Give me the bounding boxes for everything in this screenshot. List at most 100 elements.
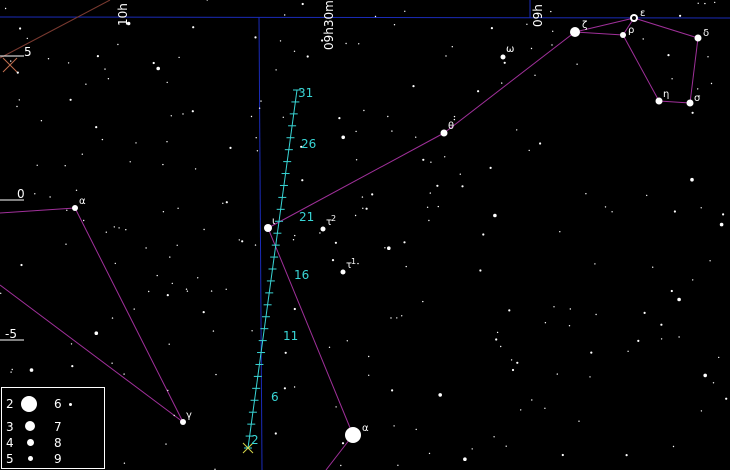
- field-star: [709, 260, 711, 262]
- star-alpha-left[interactable]: [72, 205, 78, 211]
- field-star: [206, 0, 208, 1]
- field-star: [36, 164, 38, 166]
- field-star: [111, 317, 114, 319]
- legend-mag-4: 4: [6, 436, 14, 450]
- star-label-sigma: σ: [694, 93, 701, 104]
- field-star: [279, 40, 282, 42]
- field-star: [125, 229, 127, 231]
- legend-mag-3: 3: [6, 420, 14, 434]
- field-star: [4, 7, 7, 10]
- field-star: [191, 110, 194, 113]
- field-star: [391, 130, 393, 132]
- field-star: [714, 1, 716, 4]
- field-star: [117, 43, 119, 46]
- star-label-theta: θ: [448, 121, 454, 132]
- star-rho[interactable]: [620, 32, 626, 38]
- field-star: [595, 313, 597, 316]
- field-star: [390, 317, 392, 319]
- field-star: [83, 219, 85, 222]
- field-star: [177, 207, 179, 209]
- sky-chart[interactable]: 31 26 21 16 11 6 2 ζ ε δ ρ ω η σ θ α ι τ…: [0, 0, 730, 470]
- field-star: [129, 161, 131, 163]
- field-star: [306, 55, 309, 58]
- field-star: [368, 355, 370, 358]
- field-star: [445, 55, 447, 57]
- field-star: [453, 115, 456, 118]
- track-label-31: 31: [298, 86, 313, 100]
- dec-label-0: 0: [17, 187, 25, 201]
- field-star: [16, 105, 18, 108]
- field-star: [165, 443, 167, 445]
- field-star: [202, 311, 205, 314]
- field-star: [725, 397, 728, 400]
- field-star: [652, 266, 654, 268]
- field-star: [679, 14, 682, 17]
- field-star: [710, 82, 713, 85]
- field-star: [197, 277, 199, 279]
- field-star: [26, 37, 28, 40]
- field-star: [358, 43, 360, 45]
- field-star: [520, 409, 522, 411]
- field-star: [229, 146, 232, 149]
- field-star: [397, 464, 399, 466]
- field-star: [500, 345, 502, 348]
- field-star: [637, 339, 640, 342]
- star-epsilon-ring: [632, 16, 636, 20]
- field-star: [578, 420, 580, 422]
- field-star: [374, 15, 377, 18]
- field-star: [526, 23, 528, 25]
- field-star: [0, 292, 2, 294]
- field-star: [328, 346, 331, 348]
- field-star: [166, 294, 169, 297]
- field-star: [569, 308, 571, 310]
- star-sigma[interactable]: [686, 99, 694, 107]
- field-star: [319, 232, 321, 234]
- field-star: [722, 213, 725, 216]
- field-star: [301, 179, 304, 182]
- star-delta[interactable]: [694, 34, 702, 42]
- field-star: [19, 27, 22, 30]
- field-star: [531, 399, 533, 401]
- field-star: [225, 201, 228, 204]
- field-star: [426, 206, 429, 208]
- field-star: [362, 207, 364, 209]
- track-label-26: 26: [301, 137, 316, 151]
- star-eta[interactable]: [655, 97, 663, 105]
- star-tau2[interactable]: [320, 226, 326, 232]
- star-tau1[interactable]: [340, 269, 346, 275]
- field-star: [173, 414, 175, 417]
- star-iota[interactable]: [264, 224, 272, 232]
- field-star: [274, 432, 277, 435]
- field-star: [225, 288, 227, 290]
- field-star: [429, 192, 431, 194]
- field-star: [18, 99, 20, 101]
- star-zeta[interactable]: [570, 27, 580, 37]
- legend-dot-5: [28, 456, 33, 461]
- field-star: [156, 274, 158, 277]
- field-star: [96, 55, 99, 58]
- field-star: [185, 288, 188, 290]
- field-star: [334, 241, 337, 244]
- field-star: [604, 206, 607, 208]
- field-star: [403, 241, 406, 244]
- field-star: [194, 168, 197, 170]
- field-star: [69, 98, 72, 101]
- field-star: [530, 47, 533, 50]
- field-star: [10, 60, 12, 62]
- star-theta[interactable]: [440, 129, 448, 137]
- legend-mag-5: 5: [6, 452, 14, 466]
- field-star: [170, 115, 172, 117]
- star-labels: ζ ε δ ρ ω η σ θ α ι τ 2 τ 1 γ α: [79, 8, 709, 434]
- star-omega[interactable]: [500, 54, 506, 60]
- field-star: [65, 243, 67, 245]
- field-star: [169, 256, 171, 258]
- field-star: [254, 36, 257, 39]
- field-star: [704, 2, 706, 5]
- field-star: [371, 193, 374, 196]
- field-star: [516, 361, 519, 364]
- bright-stars: [72, 14, 702, 443]
- star-alpha-bottom[interactable]: [345, 427, 361, 443]
- field-star: [404, 10, 406, 12]
- star-label-rho: ρ: [628, 25, 634, 36]
- field-star: [123, 373, 125, 375]
